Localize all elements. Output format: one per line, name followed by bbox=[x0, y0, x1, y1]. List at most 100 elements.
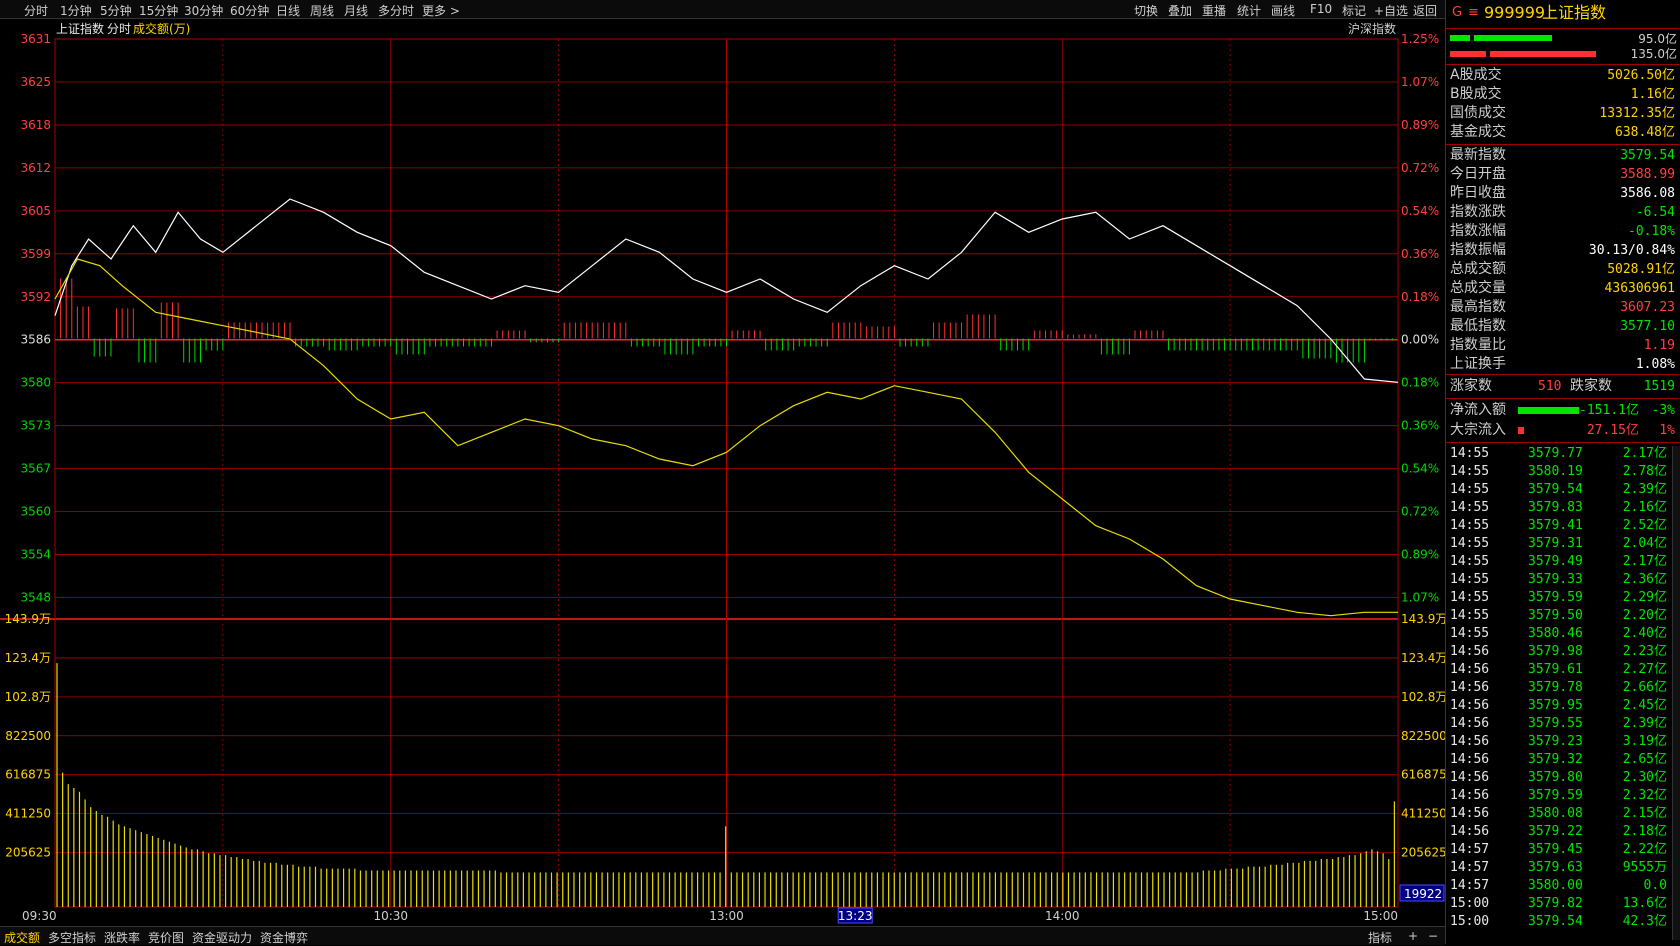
turnover-0-value: 5026.50亿 bbox=[1607, 68, 1675, 83]
tick-price: 3579.23 bbox=[1528, 734, 1583, 749]
indicator-button[interactable]: 指标 bbox=[1368, 929, 1392, 946]
tab-period-9[interactable]: 多分时 bbox=[378, 2, 414, 19]
tab-indicator-0[interactable]: 成交额 bbox=[4, 929, 40, 946]
tick-row: 14:55 3579.49 2.17亿 bbox=[1446, 553, 1679, 571]
zoom-in-button[interactable]: + bbox=[1408, 929, 1418, 943]
tick-time: 14:55 bbox=[1450, 554, 1490, 569]
price-tick-label: 3586 bbox=[20, 333, 51, 347]
quote-panel: G ≡ 999999 上证指数 95.0亿 135.0亿 A股成交 5026.50… bbox=[1445, 0, 1680, 944]
quote-4-value: -0.18% bbox=[1628, 224, 1675, 239]
price-tick-label: 3631 bbox=[20, 32, 51, 46]
menu-icon[interactable]: ≡ bbox=[1468, 2, 1479, 24]
tick-price: 3580.46 bbox=[1528, 626, 1583, 641]
volume-tick-label: 102.8万 bbox=[5, 690, 51, 704]
tick-row: 15:00 3579.82 13.6亿 bbox=[1446, 895, 1679, 913]
mark-button[interactable]: 标记 bbox=[1342, 2, 1366, 19]
tick-price: 3579.78 bbox=[1528, 680, 1583, 695]
chart-header: 上证指数 分时 成交额(万) 沪深指数 bbox=[56, 21, 1396, 36]
intraday-chart[interactable]: 3631 1.25% 3625 1.07% 3618 0.89% 3612 0.72% 3605… bbox=[0, 19, 1445, 925]
quote-6-label: 总成交额 bbox=[1450, 261, 1506, 277]
tick-time: 15:00 bbox=[1450, 896, 1490, 911]
quote-7-value: 436306961 bbox=[1604, 281, 1675, 296]
volume-bar-green bbox=[1450, 35, 1470, 41]
tick-price: 3579.95 bbox=[1528, 698, 1583, 713]
price-tick-label: 3560 bbox=[20, 505, 51, 519]
tick-row: 14:56 3580.08 2.15亿 bbox=[1446, 805, 1679, 823]
tick-price: 3580.00 bbox=[1528, 878, 1583, 893]
tick-price: 3579.61 bbox=[1528, 662, 1583, 677]
volume-tick-label: 143.9万 bbox=[5, 612, 51, 626]
tick-price: 3579.59 bbox=[1528, 590, 1583, 605]
period-toolbar: 分时 1分钟 5分钟 15分钟 30分钟 60分钟 日线 周线 月线 多分时 更… bbox=[0, 0, 1445, 19]
turnover-2-row: 国债成交 13312.35亿 bbox=[1446, 104, 1679, 123]
tick-time: 14:57 bbox=[1450, 878, 1490, 893]
turnover-3-label: 基金成交 bbox=[1450, 124, 1506, 140]
tab-indicator-1[interactable]: 多空指标 bbox=[48, 929, 96, 946]
tick-row: 14:56 3579.23 3.19亿 bbox=[1446, 733, 1679, 751]
volume-current-value: 19922 bbox=[1404, 887, 1442, 901]
tick-amount: 2.45亿 bbox=[1622, 698, 1667, 713]
tick-row: 14:55 3579.77 2.17亿 bbox=[1446, 445, 1679, 463]
volume-tick-label-right: 205625 bbox=[1401, 846, 1445, 860]
tick-row: 14:56 3579.32 2.65亿 bbox=[1446, 751, 1679, 769]
tab-period-0[interactable]: 分时 bbox=[24, 2, 48, 19]
zoom-out-button[interactable]: − bbox=[1428, 929, 1438, 943]
tab-indicator-3[interactable]: 竞价图 bbox=[148, 929, 184, 946]
bar-bottom-value: 135.0亿 bbox=[1630, 47, 1677, 61]
turnover-0-label: A股成交 bbox=[1450, 67, 1502, 83]
flow-row-0: 净流入额 -151.1亿 -3% bbox=[1446, 401, 1679, 420]
volume-bar-red bbox=[1450, 51, 1486, 57]
f10-button[interactable]: F10 bbox=[1310, 2, 1332, 16]
volume-bars bbox=[56, 663, 1395, 907]
tick-time: 14:56 bbox=[1450, 698, 1490, 713]
tick-amount: 2.17亿 bbox=[1622, 554, 1667, 569]
tab-period-2[interactable]: 5分钟 bbox=[100, 2, 132, 19]
stats-button[interactable]: 统计 bbox=[1237, 2, 1261, 19]
switch-button[interactable]: 切换 bbox=[1134, 2, 1158, 19]
tick-price: 3579.54 bbox=[1528, 914, 1583, 929]
tab-period-8[interactable]: 月线 bbox=[344, 2, 368, 19]
tab-period-7[interactable]: 周线 bbox=[310, 2, 334, 19]
tick-amount: 2.15亿 bbox=[1622, 806, 1667, 821]
tab-period-3[interactable]: 15分钟 bbox=[139, 2, 178, 19]
add-watchlist-button[interactable]: +自选 bbox=[1374, 2, 1408, 19]
price-tick-label: 3605 bbox=[20, 204, 51, 218]
flow-bar bbox=[1518, 427, 1524, 434]
tab-indicator-2[interactable]: 涨跌率 bbox=[104, 929, 140, 946]
volume-tick-label-right: 102.8万 bbox=[1401, 690, 1445, 704]
tab-period-6[interactable]: 日线 bbox=[276, 2, 300, 19]
overlay-button[interactable]: 叠加 bbox=[1168, 2, 1192, 19]
market-button[interactable]: 沪深指数 bbox=[1348, 21, 1396, 36]
tab-period-more[interactable]: 更多 > bbox=[422, 2, 460, 19]
tick-row: 14:55 3579.59 2.29亿 bbox=[1446, 589, 1679, 607]
tick-scrollbar[interactable] bbox=[1672, 446, 1680, 940]
tick-amount: 2.18亿 bbox=[1622, 824, 1667, 839]
tab-indicator-5[interactable]: 资金博弈 bbox=[260, 929, 308, 946]
quote-9-row: 最低指数 3577.10 bbox=[1446, 317, 1679, 336]
price-tick-label: 3580 bbox=[20, 376, 51, 390]
tick-amount: 13.6亿 bbox=[1622, 896, 1667, 911]
tick-price: 3579.83 bbox=[1528, 500, 1583, 515]
quote-8-value: 3607.23 bbox=[1620, 300, 1675, 315]
quote-2-value: 3586.08 bbox=[1620, 186, 1675, 201]
tick-row: 14:55 3579.54 2.39亿 bbox=[1446, 481, 1679, 499]
tick-time: 14:56 bbox=[1450, 662, 1490, 677]
draw-button[interactable]: 画线 bbox=[1271, 2, 1295, 19]
back-button[interactable]: 返回 bbox=[1413, 2, 1437, 19]
tab-period-5[interactable]: 60分钟 bbox=[230, 2, 269, 19]
pct-tick-label: 0.72% bbox=[1401, 505, 1439, 519]
tick-amount: 2.23亿 bbox=[1622, 644, 1667, 659]
stock-name: 上证指数 bbox=[1542, 3, 1607, 22]
up-count-label: 涨家数 bbox=[1450, 378, 1492, 394]
tab-indicator-4[interactable]: 资金驱动力 bbox=[192, 929, 252, 946]
tab-period-4[interactable]: 30分钟 bbox=[184, 2, 223, 19]
replay-button[interactable]: 重播 bbox=[1202, 2, 1226, 19]
tick-amount: 42.3亿 bbox=[1622, 914, 1667, 929]
price-tick-label: 3573 bbox=[20, 419, 51, 433]
turnover-3-row: 基金成交 638.48亿 bbox=[1446, 123, 1679, 142]
price-tick-label: 3625 bbox=[20, 75, 51, 89]
tick-row: 14:56 3579.22 2.18亿 bbox=[1446, 823, 1679, 841]
tick-amount: 2.78亿 bbox=[1622, 464, 1667, 479]
code-prefix: G bbox=[1452, 5, 1463, 20]
tab-period-1[interactable]: 1分钟 bbox=[60, 2, 92, 19]
